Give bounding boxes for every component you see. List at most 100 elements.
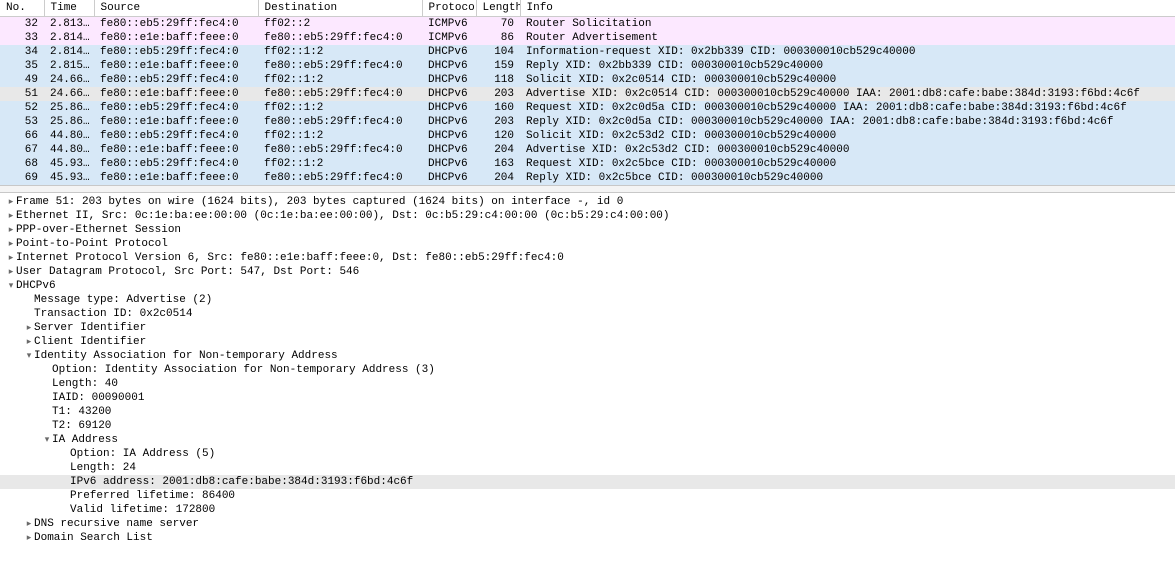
table-row[interactable]: 6845.93…fe80::eb5:29ff:fec4:0ff02::1:2DH… — [0, 157, 1175, 171]
tree-node[interactable]: Preferred lifetime: 86400 — [0, 489, 1175, 503]
chevron-down-icon[interactable]: ▾ — [24, 349, 34, 363]
table-row[interactable]: 332.814…fe80::e1e:baff:feee:0fe80::eb5:2… — [0, 31, 1175, 45]
cell-time: 45.93… — [44, 171, 94, 185]
tree-node[interactable]: Message type: Advertise (2) — [0, 293, 1175, 307]
tree-node[interactable]: Transaction ID: 0x2c0514 — [0, 307, 1175, 321]
cell-time: 44.80… — [44, 143, 94, 157]
cell-time: 45.93… — [44, 157, 94, 171]
tree-node-label: IA Address — [52, 434, 118, 446]
cell-no: 52 — [0, 101, 44, 115]
cell-proto: DHCPv6 — [422, 59, 476, 73]
cell-info: Router Advertisement — [520, 31, 1175, 45]
tree-node[interactable]: IPv6 address: 2001:db8:cafe:babe:384d:31… — [0, 475, 1175, 489]
packet-list-header[interactable]: No.TimeSourceDestinationProtocolLengthIn… — [0, 0, 1175, 17]
cell-info: Router Solicitation — [520, 17, 1175, 32]
table-row[interactable]: 342.814…fe80::eb5:29ff:fec4:0ff02::1:2DH… — [0, 45, 1175, 59]
table-row[interactable]: 6744.80…fe80::e1e:baff:feee:0fe80::eb5:2… — [0, 143, 1175, 157]
tree-node[interactable]: T2: 69120 — [0, 419, 1175, 433]
cell-proto: DHCPv6 — [422, 45, 476, 59]
packet-list-body[interactable]: 322.813…fe80::eb5:29ff:fec4:0ff02::2ICMP… — [0, 17, 1175, 186]
table-row[interactable]: 6945.93…fe80::e1e:baff:feee:0fe80::eb5:2… — [0, 171, 1175, 185]
tree-node[interactable]: ▾DHCPv6 — [0, 279, 1175, 293]
cell-src: fe80::e1e:baff:feee:0 — [94, 87, 258, 101]
column-header-protocol[interactable]: Protocol — [422, 0, 476, 17]
cell-len: 160 — [476, 101, 520, 115]
column-header-length[interactable]: Length — [476, 0, 520, 17]
cell-no: 34 — [0, 45, 44, 59]
tree-node[interactable]: ▸Domain Search List — [0, 531, 1175, 545]
chevron-right-icon[interactable]: ▸ — [6, 251, 16, 265]
column-header-source[interactable]: Source — [94, 0, 258, 17]
chevron-right-icon[interactable]: ▸ — [6, 265, 16, 279]
tree-node-label: T2: 69120 — [52, 420, 111, 432]
cell-proto: DHCPv6 — [422, 73, 476, 87]
chevron-down-icon[interactable]: ▾ — [6, 279, 16, 293]
chevron-down-icon[interactable]: ▾ — [42, 433, 52, 447]
tree-node-label: Internet Protocol Version 6, Src: fe80::… — [16, 252, 564, 264]
tree-node[interactable]: Valid lifetime: 172800 — [0, 503, 1175, 517]
cell-proto: DHCPv6 — [422, 115, 476, 129]
column-header-time[interactable]: Time — [44, 0, 94, 17]
tree-node[interactable]: T1: 43200 — [0, 405, 1175, 419]
tree-node[interactable]: ▸User Datagram Protocol, Src Port: 547, … — [0, 265, 1175, 279]
cell-src: fe80::eb5:29ff:fec4:0 — [94, 17, 258, 32]
cell-time: 44.80… — [44, 129, 94, 143]
cell-src: fe80::e1e:baff:feee:0 — [94, 171, 258, 185]
table-row[interactable]: 5124.66…fe80::e1e:baff:feee:0fe80::eb5:2… — [0, 87, 1175, 101]
tree-node-label: Domain Search List — [34, 532, 153, 544]
tree-node-label: IPv6 address: 2001:db8:cafe:babe:384d:31… — [70, 476, 413, 488]
chevron-right-icon[interactable]: ▸ — [24, 517, 34, 531]
chevron-right-icon[interactable]: ▸ — [24, 531, 34, 545]
table-row[interactable]: 352.815…fe80::e1e:baff:feee:0fe80::eb5:2… — [0, 59, 1175, 73]
cell-no: 33 — [0, 31, 44, 45]
cell-proto: DHCPv6 — [422, 143, 476, 157]
tree-node[interactable]: ▸Point-to-Point Protocol — [0, 237, 1175, 251]
table-row[interactable]: 5225.86…fe80::eb5:29ff:fec4:0ff02::1:2DH… — [0, 101, 1175, 115]
tree-node-label: Transaction ID: 0x2c0514 — [34, 308, 192, 320]
table-row[interactable]: 6644.80…fe80::eb5:29ff:fec4:0ff02::1:2DH… — [0, 129, 1175, 143]
tree-node-label: Valid lifetime: 172800 — [70, 504, 215, 516]
cell-proto: DHCPv6 — [422, 87, 476, 101]
cell-no: 32 — [0, 17, 44, 32]
column-header-destination[interactable]: Destination — [258, 0, 422, 17]
packet-details-tree[interactable]: ▸Frame 51: 203 bytes on wire (1624 bits)… — [0, 193, 1175, 551]
cell-time: 2.815… — [44, 59, 94, 73]
tree-node-label: T1: 43200 — [52, 406, 111, 418]
tree-node[interactable]: Option: IA Address (5) — [0, 447, 1175, 461]
cell-src: fe80::eb5:29ff:fec4:0 — [94, 157, 258, 171]
tree-node[interactable]: ▸Frame 51: 203 bytes on wire (1624 bits)… — [0, 195, 1175, 209]
tree-node-label: Frame 51: 203 bytes on wire (1624 bits),… — [16, 196, 623, 208]
tree-node[interactable]: Length: 40 — [0, 377, 1175, 391]
tree-node[interactable]: Length: 24 — [0, 461, 1175, 475]
tree-node-label: Message type: Advertise (2) — [34, 294, 212, 306]
chevron-right-icon[interactable]: ▸ — [24, 321, 34, 335]
tree-node[interactable]: ▸Internet Protocol Version 6, Src: fe80:… — [0, 251, 1175, 265]
tree-node[interactable]: Option: Identity Association for Non-tem… — [0, 363, 1175, 377]
tree-node[interactable]: ▸PPP-over-Ethernet Session — [0, 223, 1175, 237]
column-header-no[interactable]: No. — [0, 0, 44, 17]
cell-info: Reply XID: 0x2c5bce CID: 000300010cb529c… — [520, 171, 1175, 185]
cell-no: 35 — [0, 59, 44, 73]
cell-len: 204 — [476, 171, 520, 185]
tree-node-label: Option: IA Address (5) — [70, 448, 215, 460]
chevron-right-icon[interactable]: ▸ — [24, 335, 34, 349]
cell-src: fe80::e1e:baff:feee:0 — [94, 59, 258, 73]
column-header-info[interactable]: Info — [520, 0, 1175, 17]
pane-divider[interactable] — [0, 185, 1175, 193]
chevron-right-icon[interactable]: ▸ — [6, 237, 16, 251]
cell-no: 66 — [0, 129, 44, 143]
chevron-right-icon[interactable]: ▸ — [6, 209, 16, 223]
tree-node[interactable]: IAID: 00090001 — [0, 391, 1175, 405]
cell-src: fe80::eb5:29ff:fec4:0 — [94, 129, 258, 143]
chevron-right-icon[interactable]: ▸ — [6, 223, 16, 237]
tree-node[interactable]: ▸DNS recursive name server — [0, 517, 1175, 531]
table-row[interactable]: 4924.66…fe80::eb5:29ff:fec4:0ff02::1:2DH… — [0, 73, 1175, 87]
tree-node[interactable]: ▸Ethernet II, Src: 0c:1e:ba:ee:00:00 (0c… — [0, 209, 1175, 223]
tree-node[interactable]: ▸Server Identifier — [0, 321, 1175, 335]
table-row[interactable]: 322.813…fe80::eb5:29ff:fec4:0ff02::2ICMP… — [0, 17, 1175, 32]
tree-node[interactable]: ▸Client Identifier — [0, 335, 1175, 349]
tree-node[interactable]: ▾Identity Association for Non-temporary … — [0, 349, 1175, 363]
table-row[interactable]: 5325.86…fe80::e1e:baff:feee:0fe80::eb5:2… — [0, 115, 1175, 129]
tree-node[interactable]: ▾IA Address — [0, 433, 1175, 447]
chevron-right-icon[interactable]: ▸ — [6, 195, 16, 209]
